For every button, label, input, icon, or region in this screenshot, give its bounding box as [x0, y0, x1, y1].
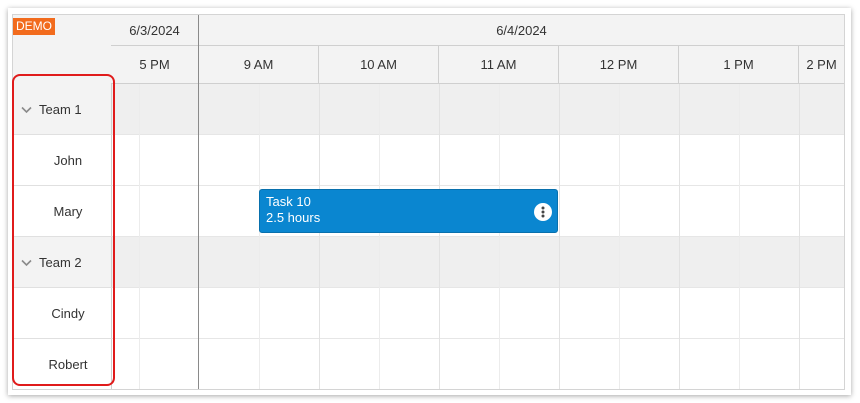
grid-line	[439, 84, 440, 389]
grid-line	[619, 84, 620, 389]
hour-label: 9 AM	[243, 57, 274, 72]
resource-row-cells[interactable]	[112, 339, 844, 389]
group-row-cells[interactable]	[112, 237, 844, 288]
demo-badge: DEMO	[13, 18, 55, 35]
resource-row-cells[interactable]	[112, 135, 844, 186]
grid-line	[499, 84, 500, 389]
date-label: 6/3/2024	[129, 22, 180, 38]
grid-line	[139, 84, 140, 389]
hour-header-cell: 10 AM	[319, 46, 439, 84]
group-row-cells[interactable]	[112, 84, 844, 135]
hour-label: 1 PM	[723, 57, 754, 72]
hour-label: 10 AM	[360, 57, 397, 72]
row-headers-highlight	[12, 74, 115, 386]
hour-header-cell: 11 AM	[439, 46, 559, 84]
task-event[interactable]: Task 10 2.5 hours	[259, 189, 558, 233]
grid-line	[379, 84, 380, 389]
day-separator	[198, 15, 199, 389]
grid-line	[319, 84, 320, 389]
hour-header-cell: 9 AM	[199, 46, 319, 84]
hour-header-cell: 5 PM	[111, 46, 199, 84]
hour-header-cell: 2 PM	[799, 46, 844, 84]
resource-row-cells[interactable]	[112, 288, 844, 339]
grid-line	[259, 84, 260, 389]
date-label: 6/4/2024	[496, 22, 547, 38]
hour-header-cell: 1 PM	[679, 46, 799, 84]
grid-line	[739, 84, 740, 389]
scheduler: DEMO 6/3/2024 6/4/2024 5 PM 9 AM 10 AM 1…	[12, 14, 845, 390]
grid-line	[679, 84, 680, 389]
hour-header-cell: 12 PM	[559, 46, 679, 84]
grid-line	[559, 84, 560, 389]
date-header-cell: 6/4/2024	[199, 15, 844, 46]
hour-label: 12 PM	[599, 57, 638, 72]
grid-line	[799, 84, 800, 389]
more-vertical-icon[interactable]	[534, 203, 552, 221]
hour-label: 5 PM	[139, 57, 170, 72]
hour-label: 11 AM	[480, 57, 517, 72]
event-duration: 2.5 hours	[266, 210, 321, 225]
hour-label: 2 PM	[806, 57, 837, 72]
date-header-cell: 6/3/2024	[111, 15, 199, 46]
event-title: Task 10	[266, 194, 311, 209]
